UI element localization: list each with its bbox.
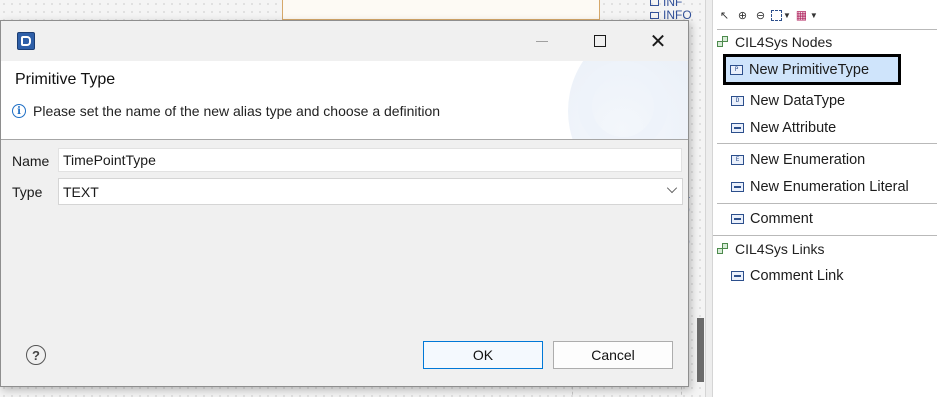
palette-item-label: Comment (750, 211, 813, 227)
header-divider (1, 139, 688, 140)
name-label: Name (12, 153, 50, 169)
select-arrow-icon[interactable]: ↖ (717, 8, 732, 23)
ok-button[interactable]: OK (423, 341, 543, 369)
zoom-in-icon[interactable]: ⊕ (735, 8, 750, 23)
app-logo-icon (17, 32, 35, 50)
type-select[interactable]: TEXT (58, 178, 683, 205)
dialog-message: i Please set the name of the new alias t… (12, 103, 440, 119)
help-icon: ? (32, 347, 40, 363)
cancel-button[interactable]: Cancel (553, 341, 673, 369)
drawer-label: CIL4Sys Nodes (735, 34, 833, 50)
chevron-down-icon (666, 182, 678, 194)
drawer-cil4sys-nodes[interactable]: CIL4Sys Nodes (717, 31, 832, 53)
primitive-type-icon: P (730, 64, 743, 75)
palette-divider (717, 203, 937, 204)
palette-toolbar: ↖ ⊕ ⊖ ▼ ▦ ▼ (717, 4, 818, 26)
maximize-icon (594, 35, 606, 47)
minimize-icon (536, 40, 548, 42)
palette-panel: ↖ ⊕ ⊖ ▼ ▦ ▼ CIL4Sys Nodes P New Primitiv… (713, 0, 937, 397)
marquee-dropdown-icon[interactable]: ▼ (783, 11, 791, 20)
palette-item-label: New PrimitiveType (749, 61, 870, 78)
palette-item-label: Comment Link (750, 268, 844, 284)
info-node-icon (650, 0, 659, 6)
dialog-title: Primitive Type (15, 71, 116, 88)
data-type-icon: D (731, 96, 744, 106)
drawer-icon (717, 242, 730, 256)
comment-link-icon (731, 271, 744, 281)
zoom-out-icon[interactable]: ⊖ (753, 8, 768, 23)
palette-divider (717, 29, 937, 30)
ok-button-label: OK (472, 347, 494, 363)
palette-item-new-enumeration-literal[interactable]: New Enumeration Literal (727, 176, 915, 198)
palette-item-new-enumeration[interactable]: E New Enumeration (727, 149, 871, 171)
dialog-header: Primitive Type i Please set the name of … (1, 61, 688, 139)
name-input[interactable]: TimePointType (58, 148, 682, 172)
palette-item-new-primitivetype[interactable]: P New PrimitiveType (723, 54, 901, 85)
palette-item-label: New Enumeration Literal (750, 179, 909, 195)
name-input-value: TimePointType (63, 152, 156, 168)
editor-vertical-scrollbar[interactable] (697, 318, 704, 382)
palette-item-comment-link[interactable]: Comment Link (727, 265, 849, 287)
primitive-type-dialog: ✕ Primitive Type i Please set the name o… (0, 20, 689, 387)
dialog-title-bar[interactable]: ✕ (1, 21, 688, 61)
close-button[interactable]: ✕ (635, 21, 681, 61)
palette-divider (713, 235, 937, 236)
diagram-node-box[interactable] (282, 0, 600, 20)
marquee-icon[interactable] (771, 9, 782, 21)
palette-item-label: New Enumeration (750, 152, 866, 168)
type-select-value: TEXT (63, 183, 99, 200)
enumeration-literal-icon (731, 182, 744, 192)
minimize-button[interactable] (519, 21, 565, 61)
name-row: Name (12, 150, 58, 172)
help-button[interactable]: ? (26, 345, 46, 365)
palette-sash[interactable] (705, 0, 713, 397)
cancel-button-label: Cancel (591, 347, 635, 363)
palette-divider (717, 143, 937, 144)
palette-item-label: New DataType (750, 93, 846, 109)
note-attachment-icon[interactable]: ▦ (794, 8, 809, 23)
drawer-cil4sys-links[interactable]: CIL4Sys Links (717, 238, 824, 260)
palette-item-label: New Attribute (750, 120, 837, 136)
palette-item-new-attribute[interactable]: New Attribute (727, 117, 842, 139)
comment-icon (731, 214, 744, 224)
drawer-icon (717, 35, 730, 49)
type-row: Type (12, 181, 58, 203)
palette-item-comment[interactable]: Comment (727, 208, 819, 230)
info-icon: i (12, 104, 26, 118)
type-label: Type (12, 184, 43, 200)
palette-item-new-datatype[interactable]: D New DataType (727, 90, 851, 112)
close-icon: ✕ (649, 29, 667, 53)
enumeration-icon: E (731, 155, 744, 165)
note-dropdown-icon[interactable]: ▼ (810, 11, 818, 20)
drawer-label: CIL4Sys Links (735, 241, 825, 257)
maximize-button[interactable] (577, 21, 623, 61)
attribute-icon (731, 123, 744, 133)
dialog-message-text: Please set the name of the new alias typ… (33, 103, 441, 119)
info-node-icon (650, 12, 659, 19)
